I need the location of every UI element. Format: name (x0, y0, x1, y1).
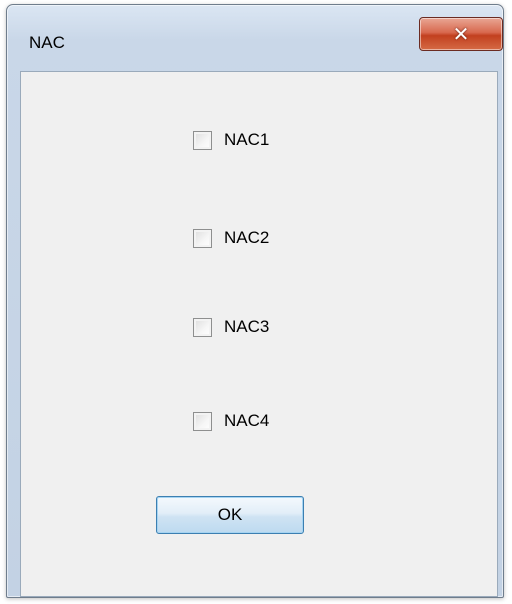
dialog-client-area: NAC1 NAC2 NAC3 NAC4 OK (20, 71, 498, 597)
checkbox-label-nac4: NAC4 (224, 411, 270, 430)
dialog-window: NAC ✕ NAC1 NAC2 NAC3 NAC4 OK (6, 4, 504, 598)
checkbox-row-nac2[interactable]: NAC2 (193, 225, 269, 251)
ok-button[interactable]: OK (156, 496, 304, 534)
checkbox-label-nac3: NAC3 (224, 317, 270, 336)
checkbox-row-nac3[interactable]: NAC3 (193, 314, 269, 340)
checkbox-nac1[interactable] (193, 130, 212, 150)
checkbox-nac2[interactable] (193, 228, 212, 248)
close-icon: ✕ (452, 22, 470, 46)
close-button[interactable]: ✕ (419, 17, 503, 51)
checkbox-row-nac1[interactable]: NAC1 (193, 127, 269, 153)
checkbox-row-nac4[interactable]: NAC4 (193, 408, 269, 434)
checkbox-nac3[interactable] (193, 317, 212, 337)
window-title: NAC (29, 33, 65, 52)
checkbox-label-nac2: NAC2 (224, 228, 270, 247)
checkbox-nac4[interactable] (193, 411, 212, 431)
checkbox-label-nac1: NAC1 (224, 130, 270, 149)
